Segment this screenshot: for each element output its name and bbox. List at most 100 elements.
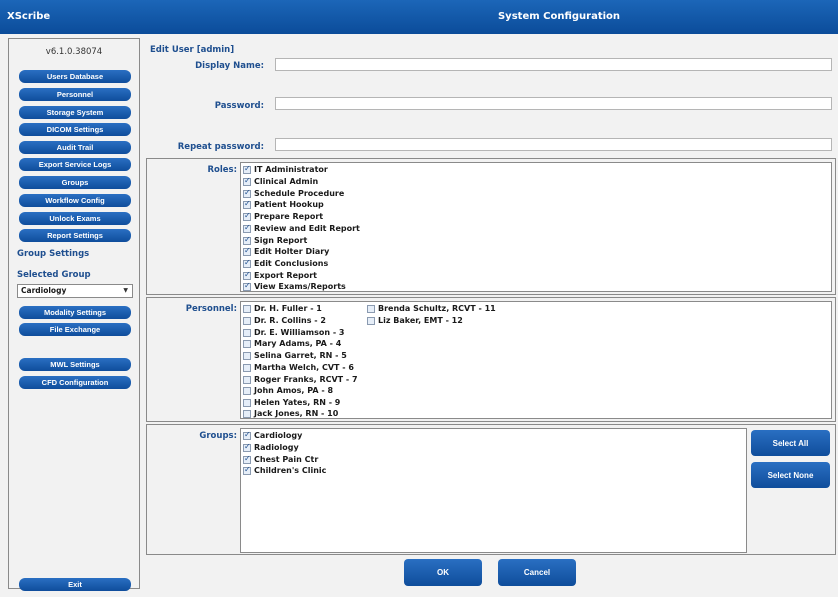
exit-button[interactable]: Exit — [19, 578, 131, 591]
role-checkbox[interactable]: Patient Hookup — [243, 199, 324, 209]
title-bar: XScribe System Configuration — [0, 0, 838, 34]
ok-button[interactable]: OK — [404, 559, 482, 586]
chevron-down-icon: ▼ — [123, 287, 128, 294]
password-label: Password: — [214, 101, 264, 111]
sidebar: v6.1.0.38074 Users Database Personnel St… — [8, 38, 140, 591]
cancel-button[interactable]: Cancel — [498, 559, 576, 586]
checkbox-checked-icon — [243, 281, 251, 291]
group-settings-label: Group Settings — [17, 249, 90, 259]
cfd-configuration-button[interactable]: CFD Configuration — [19, 376, 131, 389]
checkbox-unchecked-icon — [243, 363, 251, 372]
checkbox-checked-icon — [243, 430, 251, 440]
window-title: System Configuration — [497, 11, 621, 22]
checkbox-checked-icon — [243, 465, 251, 475]
checkbox-unchecked-icon — [243, 398, 251, 407]
personnel-checkbox[interactable]: Dr. R. Collins - 2 — [243, 316, 326, 325]
role-checkbox[interactable]: Review and Edit Report — [243, 223, 360, 233]
checkbox-unchecked-icon — [243, 386, 251, 395]
storage-system-button[interactable]: Storage System — [19, 106, 131, 119]
checkbox-checked-icon — [243, 235, 251, 245]
personnel-checkbox[interactable]: Liz Baker, EMT - 12 — [367, 316, 463, 325]
checkbox-checked-icon — [243, 442, 251, 452]
report-settings-button[interactable]: Report Settings — [19, 229, 131, 242]
checkbox-unchecked-icon — [243, 328, 251, 337]
personnel-checkbox[interactable]: Roger Franks, RCVT - 7 — [243, 375, 358, 384]
select-all-button[interactable]: Select All — [751, 430, 830, 456]
personnel-checkbox[interactable]: Dr. H. Fuller - 1 — [243, 304, 322, 313]
group-checkbox[interactable]: Chest Pain Ctr — [243, 454, 318, 464]
personnel-checkbox[interactable]: Dr. E. Williamson - 3 — [243, 328, 345, 337]
checkbox-unchecked-icon — [367, 316, 375, 325]
checkbox-unchecked-icon — [367, 304, 375, 313]
personnel-list: Dr. H. Fuller - 1 Dr. R. Collins - 2 Dr.… — [240, 301, 832, 419]
selected-group-dropdown[interactable]: Cardiology ▼ — [17, 284, 133, 298]
checkbox-checked-icon — [243, 223, 251, 233]
checkbox-unchecked-icon — [243, 339, 251, 348]
personnel-checkbox[interactable]: Brenda Schultz, RCVT - 11 — [367, 304, 496, 313]
checkbox-checked-icon — [243, 199, 251, 209]
role-checkbox[interactable]: Clinical Admin — [243, 176, 318, 186]
group-checkbox[interactable]: Radiology — [243, 442, 299, 452]
password-field[interactable] — [275, 97, 832, 110]
page-title: Edit User [admin] — [150, 45, 235, 55]
checkbox-checked-icon — [243, 454, 251, 464]
checkbox-checked-icon — [243, 270, 251, 280]
checkbox-checked-icon — [243, 188, 251, 198]
groups-panel: Groups: Cardiology Radiology Chest Pain … — [146, 424, 836, 555]
roles-label: Roles: — [207, 165, 237, 175]
selected-group-label: Selected Group — [17, 270, 91, 280]
modality-settings-button[interactable]: Modality Settings — [19, 306, 131, 319]
checkbox-unchecked-icon — [243, 304, 251, 313]
repeat-password-label: Repeat password: — [177, 142, 264, 152]
selected-group-value: Cardiology — [21, 286, 67, 295]
personnel-checkbox[interactable]: Selina Garret, RN - 5 — [243, 351, 347, 360]
checkbox-checked-icon — [243, 258, 251, 268]
roles-panel: Roles: IT Administrator Clinical Admin S… — [146, 158, 836, 295]
groups-list: Cardiology Radiology Chest Pain Ctr Chil… — [240, 428, 747, 553]
repeat-password-field[interactable] — [275, 138, 832, 151]
edit-user-form: Edit User [admin] Display Name: Password… — [146, 38, 836, 593]
groups-button[interactable]: Groups — [19, 176, 131, 189]
select-none-button[interactable]: Select None — [751, 462, 830, 488]
group-checkbox[interactable]: Cardiology — [243, 430, 302, 440]
personnel-checkbox[interactable]: Jack Jones, RN - 10 — [243, 409, 338, 418]
role-checkbox[interactable]: Prepare Report — [243, 211, 323, 221]
role-checkbox[interactable]: Sign Report — [243, 235, 307, 245]
groups-label: Groups: — [199, 431, 237, 441]
display-name-label: Display Name: — [195, 61, 264, 71]
role-checkbox[interactable]: IT Administrator — [243, 164, 328, 174]
version-label: v6.1.0.38074 — [45, 47, 103, 57]
checkbox-unchecked-icon — [243, 351, 251, 360]
role-checkbox[interactable]: Export Report — [243, 270, 317, 280]
unlock-exams-button[interactable]: Unlock Exams — [19, 212, 131, 225]
checkbox-unchecked-icon — [243, 409, 251, 418]
personnel-label: Personnel: — [185, 304, 237, 314]
personnel-checkbox[interactable]: Helen Yates, RN - 9 — [243, 398, 340, 407]
group-checkbox[interactable]: Children's Clinic — [243, 465, 326, 475]
checkbox-checked-icon — [243, 164, 251, 174]
dicom-settings-button[interactable]: DICOM Settings — [19, 123, 131, 136]
checkbox-checked-icon — [243, 211, 251, 221]
display-name-field[interactable] — [275, 58, 832, 71]
checkbox-unchecked-icon — [243, 316, 251, 325]
personnel-button[interactable]: Personnel — [19, 88, 131, 101]
checkbox-checked-icon — [243, 176, 251, 186]
users-database-button[interactable]: Users Database — [19, 70, 131, 83]
audit-trail-button[interactable]: Audit Trail — [19, 141, 131, 154]
roles-list: IT Administrator Clinical Admin Schedule… — [240, 162, 832, 292]
role-checkbox[interactable]: View Exams/Reports — [243, 281, 346, 291]
role-checkbox[interactable]: Edit Holter Diary — [243, 246, 329, 256]
file-exchange-button[interactable]: File Exchange — [19, 323, 131, 336]
checkbox-checked-icon — [243, 246, 251, 256]
app-shell: v6.1.0.38074 Users Database Personnel St… — [0, 34, 838, 597]
personnel-panel: Personnel: Dr. H. Fuller - 1 Dr. R. Coll… — [146, 297, 836, 422]
export-service-logs-button[interactable]: Export Service Logs — [19, 158, 131, 171]
role-checkbox[interactable]: Edit Conclusions — [243, 258, 328, 268]
workflow-config-button[interactable]: Workflow Config — [19, 194, 131, 207]
personnel-checkbox[interactable]: John Amos, PA - 8 — [243, 386, 333, 395]
checkbox-unchecked-icon — [243, 375, 251, 384]
personnel-checkbox[interactable]: Martha Welch, CVT - 6 — [243, 363, 354, 372]
personnel-checkbox[interactable]: Mary Adams, PA - 4 — [243, 339, 341, 348]
mwl-settings-button[interactable]: MWL Settings — [19, 358, 131, 371]
role-checkbox[interactable]: Schedule Procedure — [243, 188, 344, 198]
